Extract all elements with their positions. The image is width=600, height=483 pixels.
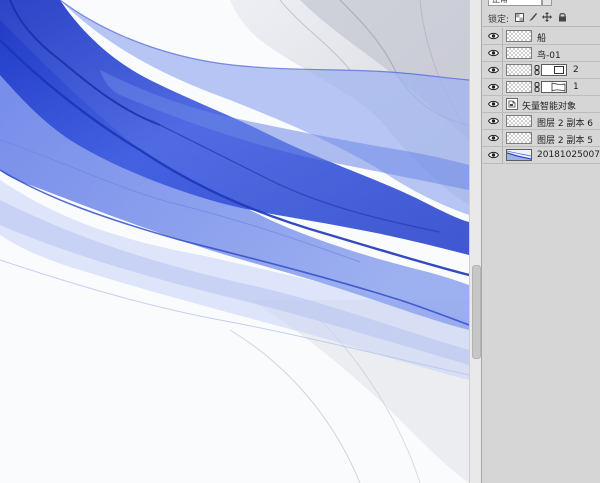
layer-mask-thumbnail[interactable] [541,64,567,76]
layer-name: 1 [573,82,579,92]
lock-transparency-icon[interactable] [514,12,524,22]
layer-name: 矢量智能对象 [522,102,577,112]
layer-row-smart-object[interactable]: 矢量智能对象 [482,96,600,113]
layer-thumbnail [506,64,532,76]
layer-row-background-image[interactable]: 20181025007a [482,147,600,164]
visibility-eye-icon[interactable] [487,132,499,144]
layer-thumbnail [506,132,532,144]
layer-thumbnail [506,47,532,59]
visibility-eye-icon[interactable] [487,115,499,127]
layer-row-1[interactable]: 1 [482,79,600,96]
divider [502,79,503,95]
divider [502,62,503,78]
layers-panel: 正常 锁定: 船 鸟-0 [481,0,600,483]
layer-name: 图层 2 副本 6 [537,119,594,129]
visibility-eye-icon[interactable] [487,98,499,110]
chain-link-icon[interactable] [534,65,540,75]
layer-name: 图层 2 副本 5 [537,136,594,146]
chain-link-icon[interactable] [534,82,540,92]
layer-name: 鸟-01 [537,51,561,61]
divider [502,45,503,61]
layer-row-copy-6[interactable]: 图层 2 副本 6 [482,113,600,130]
layer-thumbnail [506,30,532,42]
padlock-icon[interactable] [557,12,567,22]
layer-row-chuan[interactable]: 船 [482,28,600,45]
layer-name: 船 [537,34,547,44]
layers-panel-empty-area [482,166,600,483]
blend-mode-select[interactable]: 正常 [488,0,542,6]
document-canvas[interactable] [0,0,469,483]
layer-name: 2 [573,65,579,75]
visibility-eye-icon[interactable] [487,81,499,93]
layer-name: 20181025007a [537,150,600,160]
smart-object-icon [506,98,518,110]
brush-icon[interactable] [528,12,538,22]
layers-list: 船 鸟-01 2 1 矢量智能对象 图层 2 副本 6 图层 2 副本 5 20… [482,28,600,164]
divider [502,113,503,129]
divider [502,96,503,112]
vertical-scrollbar[interactable] [469,0,481,483]
visibility-eye-icon[interactable] [487,149,499,161]
alcohol-ink-artwork [0,0,469,483]
move-icon[interactable] [542,12,552,22]
chevron-down-icon[interactable] [542,0,552,6]
scrollbar-thumb[interactable] [472,265,481,359]
layer-row-copy-5[interactable]: 图层 2 副本 5 [482,130,600,147]
layer-row-niao-01[interactable]: 鸟-01 [482,45,600,62]
layer-thumbnail [506,149,532,161]
lock-label: 锁定: [488,15,510,25]
divider [502,28,503,44]
visibility-eye-icon[interactable] [487,30,499,42]
lock-options-bar: 锁定: [482,8,600,27]
layer-thumbnail [506,115,532,127]
visibility-eye-icon[interactable] [487,64,499,76]
divider [502,147,503,163]
layer-mask-thumbnail[interactable] [541,81,567,93]
visibility-eye-icon[interactable] [487,47,499,59]
layer-row-2[interactable]: 2 [482,62,600,79]
layer-thumbnail [506,81,532,93]
divider [502,130,503,146]
